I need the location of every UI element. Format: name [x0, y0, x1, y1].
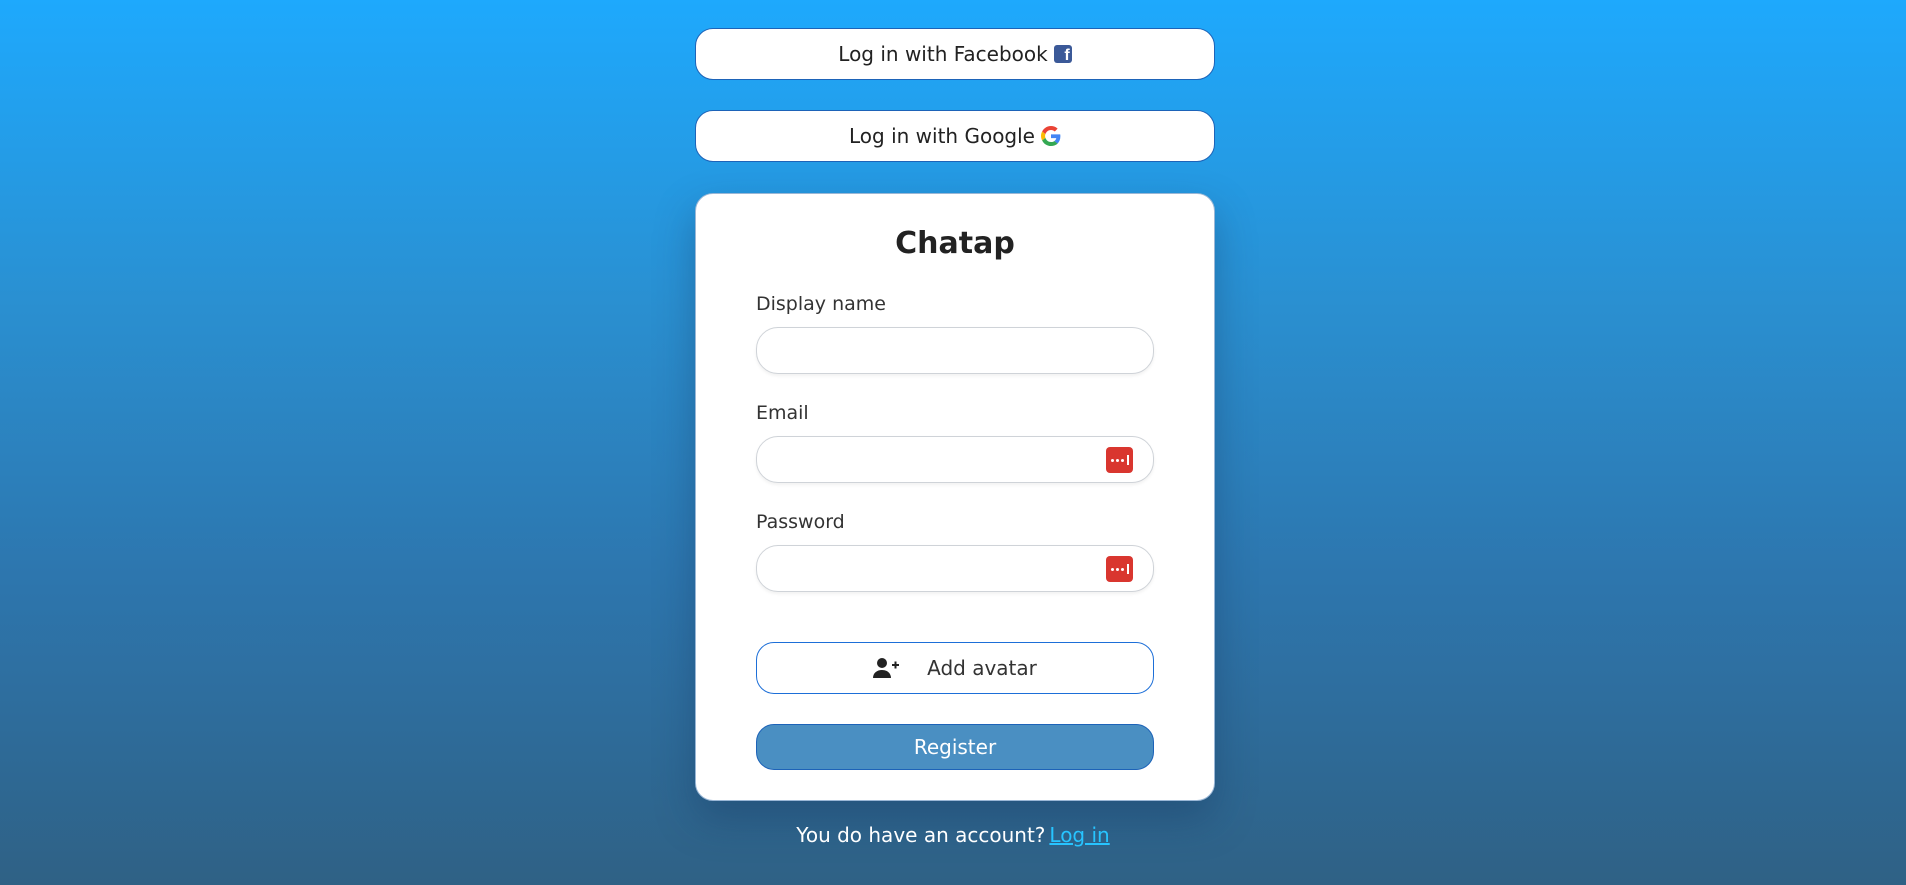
password-input[interactable]: [757, 546, 1153, 591]
add-avatar-label: Add avatar: [927, 656, 1037, 680]
login-prompt: You do have an account? Log in: [0, 823, 1906, 847]
register-button[interactable]: Register: [756, 724, 1154, 770]
password-field-wrapper: [756, 545, 1154, 592]
display-name-input[interactable]: [757, 328, 1153, 373]
google-icon: [1041, 126, 1061, 146]
add-user-icon: [873, 658, 900, 678]
register-label: Register: [913, 735, 997, 759]
facebook-login-label: Log in with Facebook: [838, 42, 1048, 66]
google-login-label: Log in with Google: [849, 124, 1035, 148]
password-manager-icon[interactable]: [1106, 556, 1133, 582]
display-name-field-wrapper: [756, 327, 1154, 374]
email-field-wrapper: [756, 436, 1154, 483]
form-title: Chatap: [895, 226, 1015, 261]
facebook-icon: [1053, 45, 1072, 65]
add-avatar-button[interactable]: Add avatar: [756, 642, 1154, 694]
login-prompt-text: You do have an account?: [796, 823, 1046, 847]
facebook-login-button[interactable]: Log in with Facebook: [695, 28, 1215, 80]
login-link[interactable]: Log in: [1049, 823, 1109, 847]
email-input[interactable]: [757, 437, 1153, 482]
password-manager-icon[interactable]: [1106, 447, 1133, 473]
display-name-label: Display name: [756, 293, 886, 315]
email-label: Email: [756, 402, 809, 424]
password-label: Password: [756, 511, 845, 533]
register-form-card: Chatap Display name Email Password Add a…: [695, 193, 1215, 801]
login-container: Log in with Facebook Log in with Google …: [695, 28, 1215, 801]
google-login-button[interactable]: Log in with Google: [695, 110, 1215, 162]
